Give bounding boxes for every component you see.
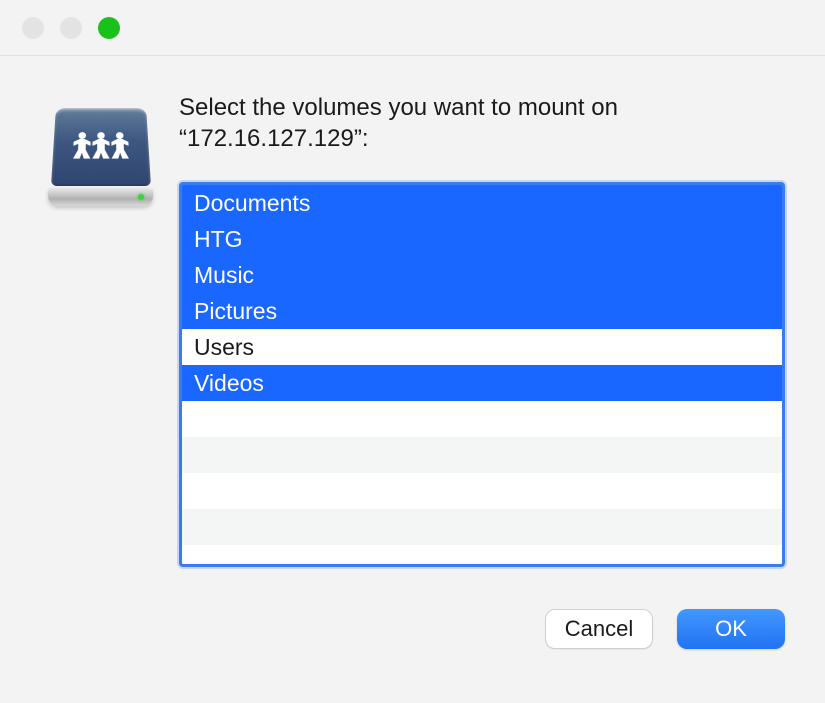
volume-row-htg[interactable]: HTG (182, 221, 782, 257)
volume-label: Music (194, 262, 254, 289)
volume-row-users[interactable]: Users (182, 329, 782, 365)
volume-label: Documents (194, 190, 310, 217)
empty-row (182, 473, 782, 509)
button-row: Cancel OK (0, 587, 825, 649)
ok-button[interactable]: OK (677, 609, 785, 649)
empty-row (182, 545, 782, 567)
prompt-text: Select the volumes you want to mount on … (179, 92, 785, 154)
dialog-content: Select the volumes you want to mount on … (0, 56, 825, 587)
main-column: Select the volumes you want to mount on … (179, 92, 785, 567)
minimize-window-button[interactable] (60, 17, 82, 39)
network-drive-icon (48, 98, 153, 213)
empty-row (182, 401, 782, 437)
empty-row (182, 437, 782, 473)
close-window-button[interactable] (22, 17, 44, 39)
volume-label: Pictures (194, 298, 277, 325)
volume-row-videos[interactable]: Videos (182, 365, 782, 401)
volume-label: HTG (194, 226, 243, 253)
zoom-window-button[interactable] (98, 17, 120, 39)
volume-label: Videos (194, 370, 264, 397)
empty-row (182, 509, 782, 545)
cancel-button[interactable]: Cancel (545, 609, 653, 649)
volume-row-music[interactable]: Music (182, 257, 782, 293)
volume-label: Users (194, 334, 254, 361)
volume-row-pictures[interactable]: Pictures (182, 293, 782, 329)
window-titlebar (0, 0, 825, 56)
icon-column (48, 92, 153, 567)
volumes-listbox[interactable]: Documents HTG Music Pictures Users Video… (179, 182, 785, 567)
volume-row-documents[interactable]: Documents (182, 185, 782, 221)
